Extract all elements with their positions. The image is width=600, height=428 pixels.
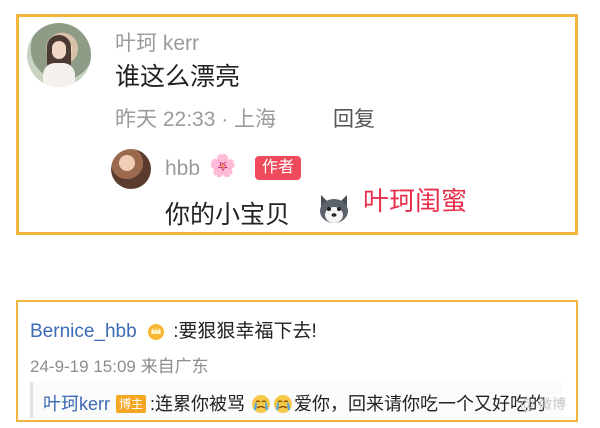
comment-meta: 24-9-19 15:09 来自广东 xyxy=(30,357,209,376)
blogger-badge: 博主 xyxy=(116,395,147,413)
author-badge: 作者 xyxy=(255,156,302,180)
bottom-comment-card: Bernice_hbb :要狠狠幸福下去! 24-9-19 15:09 来自广东… xyxy=(16,300,578,422)
top-comment-card: 叶珂 kerr 谁这么漂亮 昨天 22:33 · 上海 回复 hbb 🌸 作者 … xyxy=(16,14,578,235)
avatar-dress xyxy=(43,63,75,87)
reply-username[interactable]: hbb xyxy=(165,157,200,181)
reply-button[interactable]: 回复 xyxy=(333,103,375,133)
comment-meta: 昨天 22:33 · 上海 xyxy=(115,108,277,131)
comment-text: :要狠狠幸福下去! xyxy=(173,321,317,342)
comment-text: 谁这么漂亮 xyxy=(115,63,241,91)
comment-username[interactable]: Bernice_hbb xyxy=(30,321,137,342)
sub-reply-text-start: :连累你被骂 xyxy=(150,394,246,414)
comment-row: Bernice_hbb :要狠狠幸福下去! xyxy=(30,316,317,343)
avatar-face xyxy=(52,41,66,59)
reply-text: 你的小宝贝 xyxy=(165,201,291,229)
husky-emoji-icon xyxy=(320,195,348,223)
sub-reply: 叶珂kerr 博主:连累你被骂 爱你，回来请你吃一个又好吃的 xyxy=(30,382,562,418)
avatar-yeke[interactable] xyxy=(27,23,91,87)
watermark: @ 微博 xyxy=(519,396,566,412)
sub-reply-row: 叶珂kerr 博主:连累你被骂 爱你，回来请你吃一个又好吃的 xyxy=(43,390,546,416)
flower-icon: 🌸 xyxy=(209,153,237,178)
annotation-text: 叶珂闺蜜 xyxy=(363,186,468,216)
avatar-hbb[interactable] xyxy=(111,149,151,189)
comment-username[interactable]: 叶珂 kerr xyxy=(115,27,199,57)
sub-reply-username[interactable]: 叶珂kerr xyxy=(43,394,110,414)
sub-reply-text-end: 爱你，回来请你吃一个又好吃的 xyxy=(294,394,547,414)
crown-icon xyxy=(147,324,164,340)
crying-face-icon xyxy=(252,395,271,413)
crying-face-icon xyxy=(274,395,293,413)
